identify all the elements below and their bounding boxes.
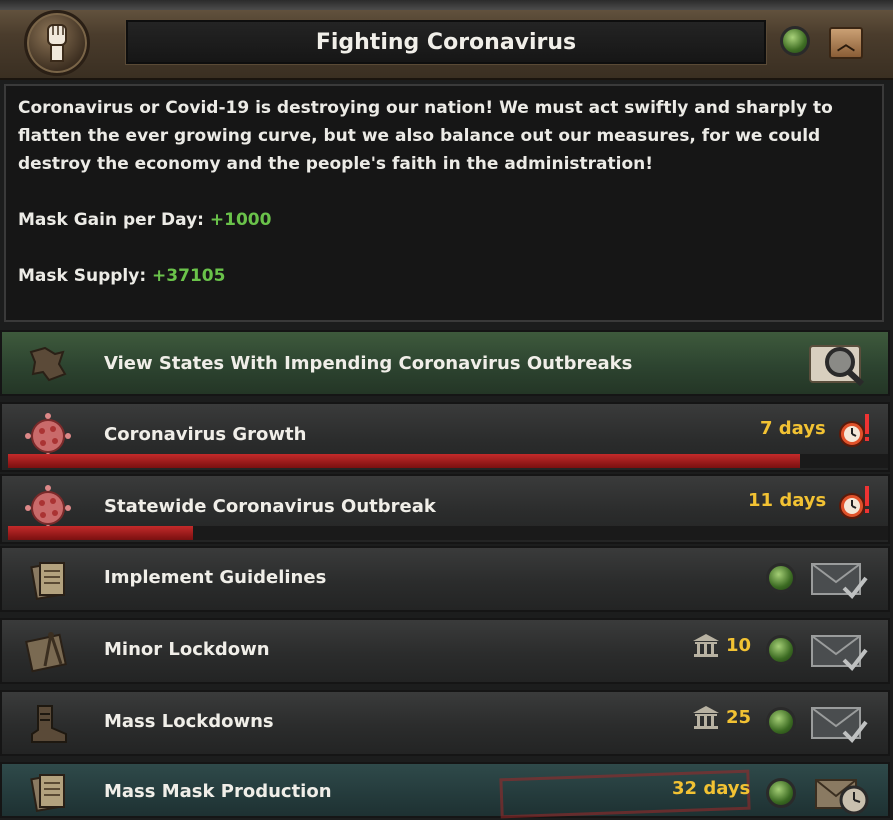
mask-supply-label: Mask Supply:: [18, 266, 147, 286]
chevron-up-icon: ︿: [837, 34, 855, 55]
collapse-button[interactable]: ︿: [829, 27, 863, 59]
decision-cost: 25: [692, 704, 751, 730]
decision-label: Minor Lockdown: [104, 639, 270, 660]
political-power-icon: [693, 706, 719, 729]
decision-label: View States With Impending Coronavirus O…: [104, 353, 633, 374]
map-compass-icon: [24, 630, 72, 674]
alarm-clock-icon: [836, 410, 872, 450]
cost-value: 25: [726, 706, 752, 728]
mask-gain-label: Mask Gain per Day:: [18, 210, 204, 230]
progress-bar-fill: [8, 526, 193, 540]
green-orb-icon: [766, 635, 796, 665]
days-remaining: 11 days: [748, 490, 827, 511]
decision-category-header: Fighting Coronavirus ︿: [0, 0, 893, 80]
decision-row-implement-guidelines[interactable]: Implement Guidelines: [0, 546, 890, 612]
decision-category-title: Fighting Coronavirus: [315, 29, 577, 55]
virus-icon: [24, 413, 72, 459]
decision-row-view-states[interactable]: View States With Impending Coronavirus O…: [0, 330, 890, 396]
header-top-strip: [0, 0, 893, 10]
green-orb-icon: [766, 707, 796, 737]
decision-label: Coronavirus Growth: [104, 424, 307, 445]
days-remaining: 7 days: [760, 418, 826, 439]
decision-row-mass-lockdowns[interactable]: Mass Lockdowns 25: [0, 690, 890, 756]
progress-bar: [8, 526, 888, 540]
mask-supply-line: Mask Supply: +37105: [18, 262, 870, 290]
raised-fist-icon: [24, 10, 90, 76]
political-power-icon: [693, 634, 719, 657]
decision-row-mass-mask-production[interactable]: Mass Mask Production 32 days: [0, 762, 890, 819]
green-orb-icon: [766, 563, 796, 593]
decision-row-minor-lockdown[interactable]: Minor Lockdown 10: [0, 618, 890, 684]
virus-icon: [24, 485, 72, 531]
mask-gain-line: Mask Gain per Day: +1000: [18, 206, 870, 234]
decision-label: Implement Guidelines: [104, 567, 327, 588]
title-plate: Fighting Coronavirus: [126, 20, 766, 64]
decision-cost: 10: [692, 632, 751, 658]
cost-value: 10: [726, 634, 752, 656]
mask-supply-value: +37105: [152, 266, 226, 286]
documents-icon: [24, 558, 72, 602]
green-orb-icon: [766, 778, 796, 808]
alarm-clock-icon: [836, 482, 872, 522]
days-remaining: 32 days: [672, 778, 751, 799]
magnifier-icon[interactable]: [808, 340, 868, 388]
envelope-timer-icon[interactable]: [814, 772, 872, 815]
envelope-check-icon[interactable]: [810, 560, 868, 600]
decision-label: Mass Mask Production: [104, 781, 332, 802]
documents-icon: [24, 770, 72, 814]
boot-icon: [24, 702, 72, 746]
description-panel: Coronavirus or Covid-19 is destroying ou…: [4, 84, 884, 322]
description-text: Coronavirus or Covid-19 is destroying ou…: [18, 98, 833, 174]
green-orb-icon[interactable]: [780, 26, 810, 56]
decision-label: Statewide Coronavirus Outbreak: [104, 496, 436, 517]
progress-bar: [8, 454, 888, 468]
progress-bar-fill: [8, 454, 800, 468]
decision-row-coronavirus-growth[interactable]: Coronavirus Growth 7 days: [0, 402, 890, 472]
envelope-check-icon[interactable]: [810, 632, 868, 672]
mask-gain-value: +1000: [209, 210, 272, 230]
map-region-icon: [24, 342, 72, 386]
envelope-check-icon[interactable]: [810, 704, 868, 744]
decision-row-statewide-outbreak[interactable]: Statewide Coronavirus Outbreak 11 days: [0, 474, 890, 544]
decision-label: Mass Lockdowns: [104, 711, 274, 732]
